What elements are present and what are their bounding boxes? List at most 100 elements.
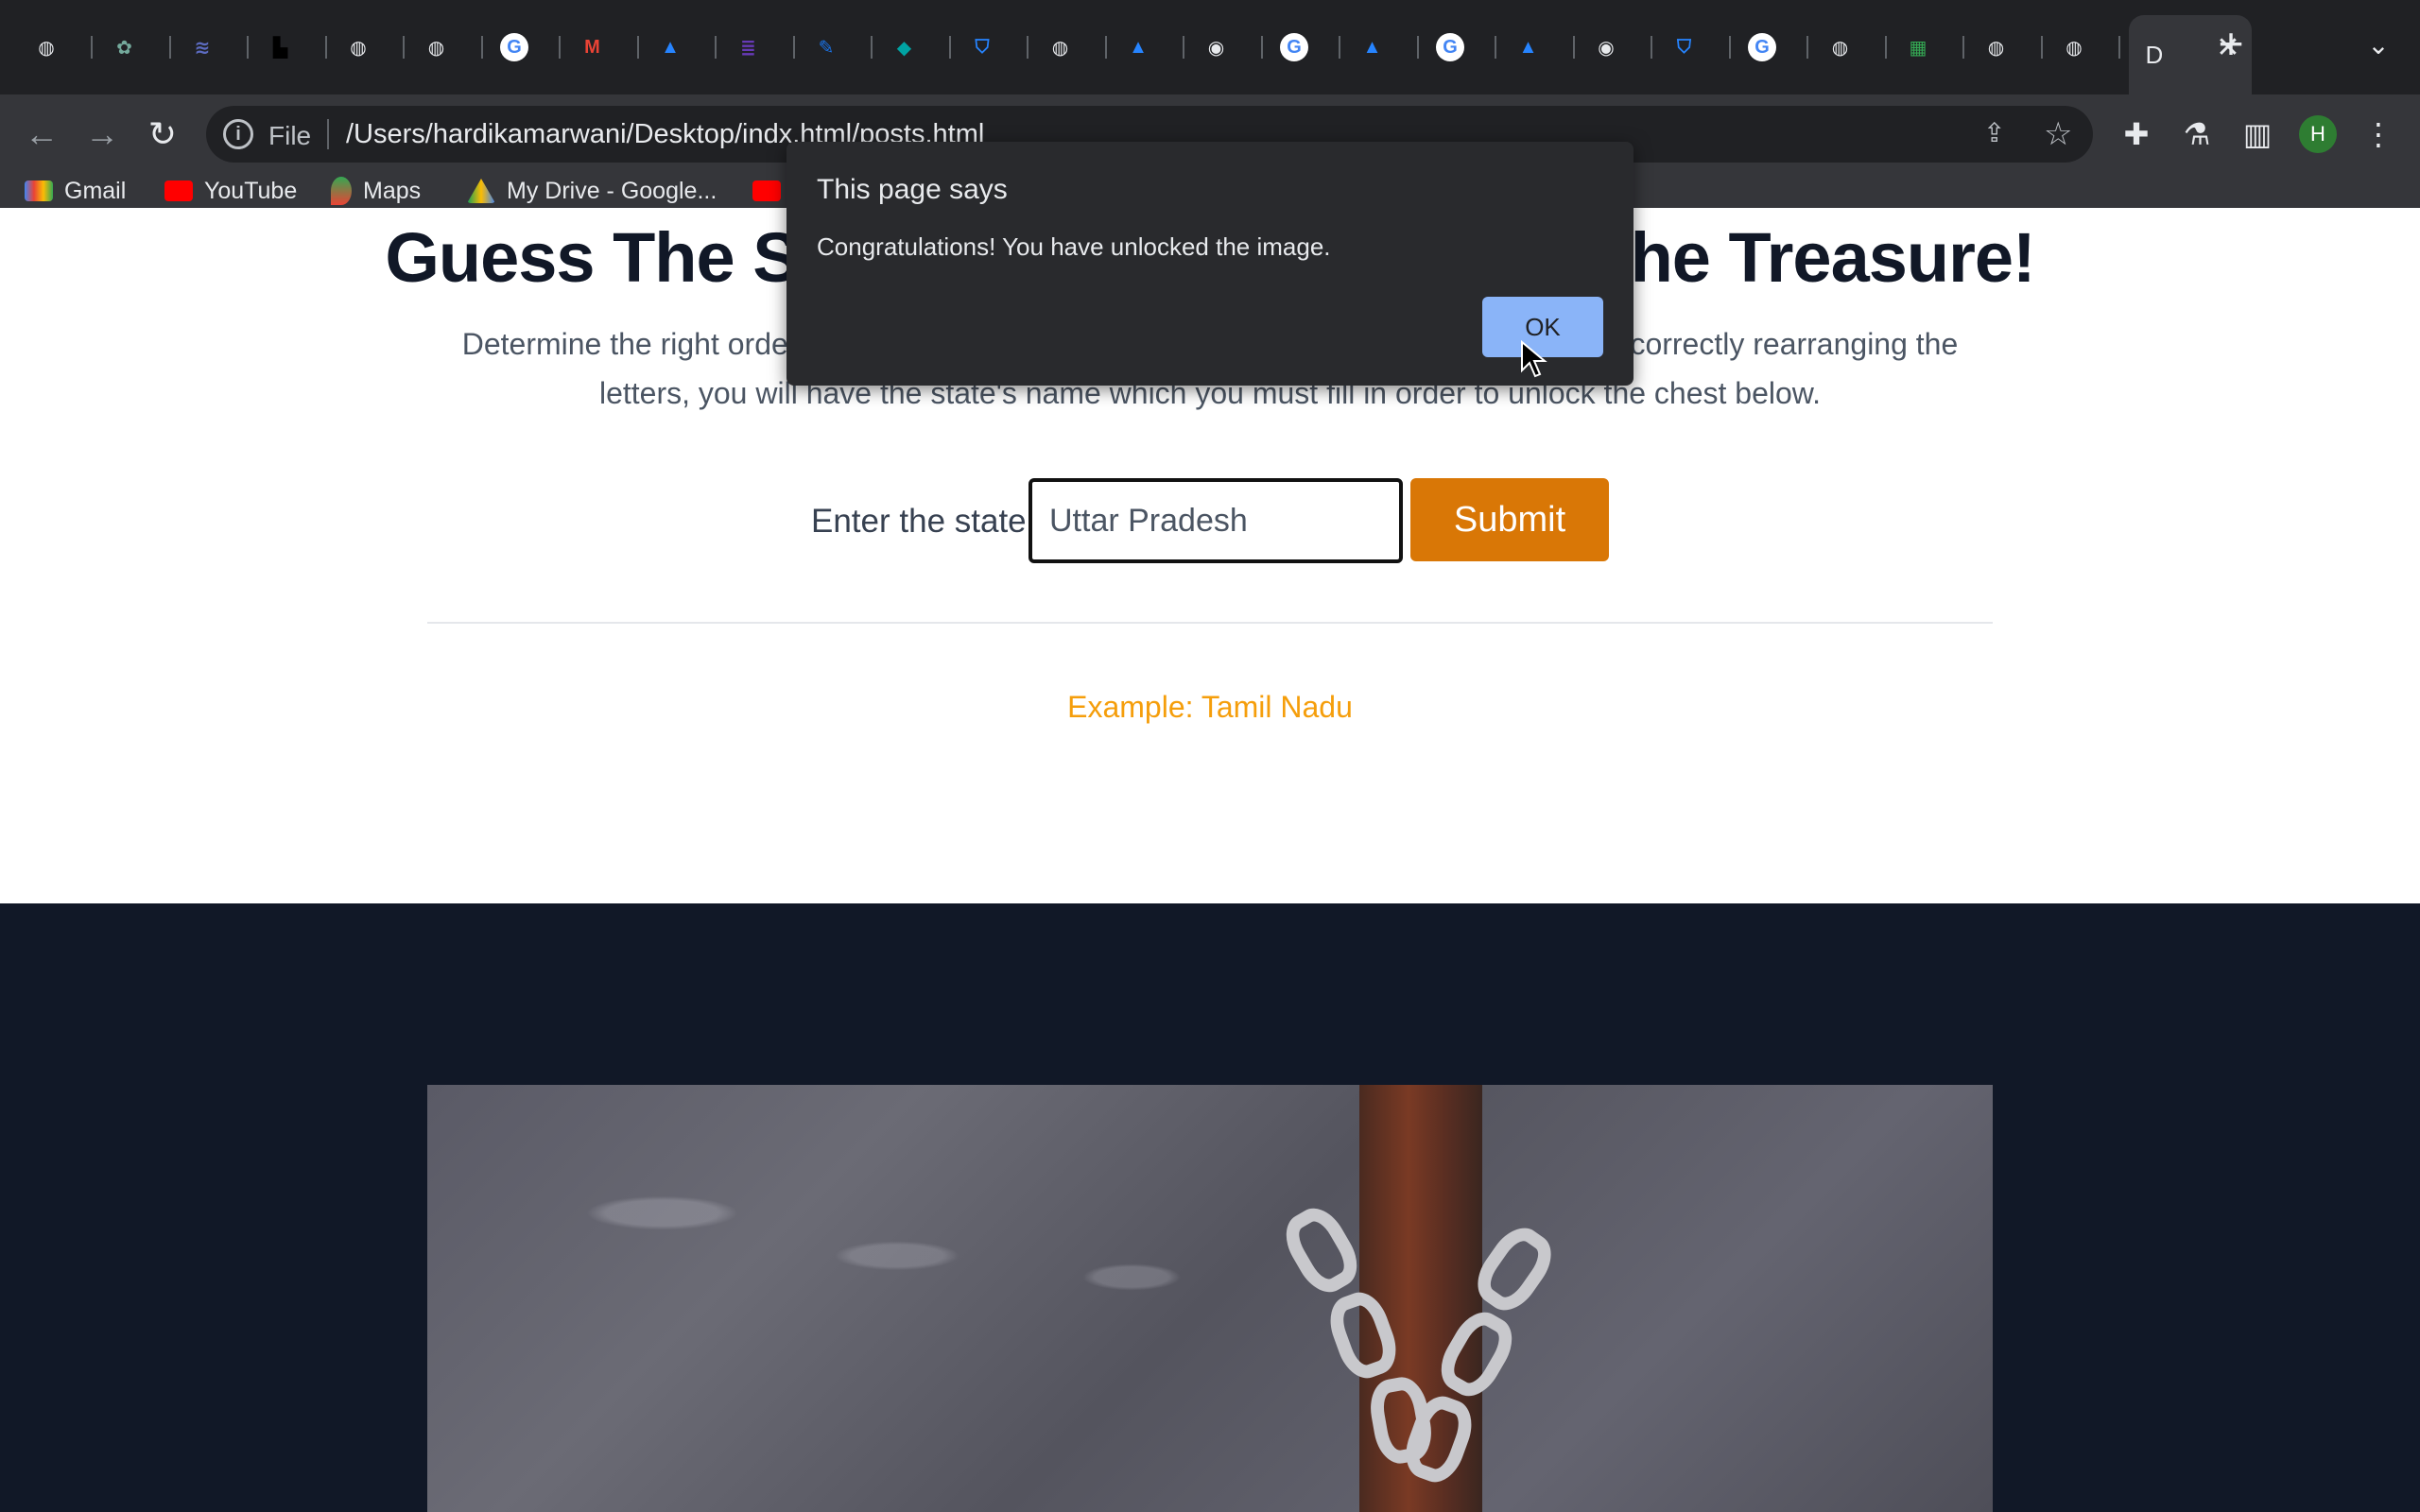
browser-tab[interactable]: ✎: [795, 15, 873, 79]
state-form: Enter the state: Submit: [0, 478, 2420, 563]
browser-tab[interactable]: ✿: [94, 15, 171, 79]
labs-flask-icon[interactable]: ⚗: [2176, 113, 2218, 155]
bookmark-label: My Drive - Google...: [507, 177, 717, 204]
browser-tab[interactable]: ◍: [15, 15, 93, 79]
globe-icon: ◍: [1987, 37, 2005, 59]
bookmark-my-drive[interactable]: My Drive - Google...: [467, 174, 717, 208]
chrome-icon: ◉: [1207, 37, 1225, 59]
bookmark-youtube-2[interactable]: [752, 174, 781, 208]
stack-icon: ≋: [194, 37, 211, 59]
tab-separator: [2118, 36, 2120, 59]
example-hint: Example: Tamil Nadu: [1067, 690, 1353, 724]
browser-tab[interactable]: ◍: [327, 15, 405, 79]
gmail-icon: [25, 180, 53, 201]
browser-tab[interactable]: ▙: [250, 15, 327, 79]
browser-tab[interactable]: G: [1263, 15, 1340, 79]
info-icon[interactable]: i: [223, 119, 253, 149]
browser-tab[interactable]: ◉: [1575, 15, 1652, 79]
heading-left: Guess The S: [385, 218, 799, 297]
list-icon: ≣: [740, 37, 756, 59]
atlassian-icon: ▲: [661, 36, 680, 58]
bitbucket-icon: ⛉: [1677, 36, 1691, 58]
google-icon: G: [1748, 33, 1776, 61]
youtube-icon: [164, 180, 193, 201]
maps-pin-icon: [331, 177, 352, 205]
browser-tab[interactable]: ▲: [1497, 15, 1575, 79]
tab-search-chevron-icon[interactable]: ⌄: [2360, 25, 2397, 66]
share-icon[interactable]: ⇪: [1983, 117, 2005, 148]
google-icon: G: [1436, 33, 1464, 61]
chain-link: [1275, 1199, 1368, 1301]
bookmark-label: Maps: [363, 177, 422, 204]
browser-tab[interactable]: ◍: [1029, 15, 1107, 79]
browser-tab[interactable]: ◍: [1809, 15, 1887, 79]
browser-tab[interactable]: ▲: [639, 15, 717, 79]
url-scheme: File: [268, 121, 312, 150]
extensions-puzzle-icon[interactable]: ✚: [2116, 113, 2157, 155]
forward-button[interactable]: →: [79, 112, 125, 157]
browser-tab[interactable]: ◍: [2043, 15, 2120, 79]
bitbucket-icon: ⛉: [975, 36, 990, 58]
locked-chest-image: [427, 1085, 1993, 1512]
browser-tab[interactable]: ▦: [1887, 15, 1964, 79]
heading-right: he Treasure!: [1630, 218, 2036, 297]
bookmark-maps[interactable]: Maps: [331, 174, 421, 208]
chatgpt-icon: ✿: [116, 37, 132, 59]
globe-icon: ◍: [427, 37, 445, 59]
page-content: Guess The S he Treasure! Determine the ri…: [0, 208, 2420, 1512]
globe-icon: ◍: [1051, 37, 1069, 59]
active-tab-title: D: [2145, 40, 2164, 69]
browser-tab[interactable]: G: [1731, 15, 1808, 79]
submit-button[interactable]: Submit: [1410, 478, 1609, 561]
google-icon: G: [500, 33, 528, 61]
bookmark-label: YouTube: [204, 177, 298, 204]
browser-tab[interactable]: ⛉: [951, 15, 1028, 79]
tiktok-icon: ▙: [272, 37, 288, 59]
globe-icon: ◍: [2066, 37, 2083, 59]
new-tab-button[interactable]: +: [2210, 22, 2252, 66]
mouse-pointer-icon: [1521, 340, 1547, 378]
profile-avatar[interactable]: H: [2299, 115, 2337, 153]
browser-tab[interactable]: ▲: [1107, 15, 1184, 79]
instructions-line1-left: Determine the right order: [461, 327, 799, 361]
gmail-icon: M: [584, 36, 600, 58]
browser-tab[interactable]: ≋: [171, 15, 249, 79]
state-input[interactable]: [1028, 478, 1403, 563]
browser-tab[interactable]: ◉: [1185, 15, 1263, 79]
browser-tab[interactable]: ◆: [873, 15, 951, 79]
browser-tab[interactable]: ⛉: [1653, 15, 1731, 79]
dialog-title: This page says: [817, 174, 1008, 205]
back-button[interactable]: ←: [19, 112, 64, 157]
browser-tab[interactable]: G: [1419, 15, 1496, 79]
browser-tab[interactable]: G: [483, 15, 561, 79]
reload-button[interactable]: ↻: [140, 112, 185, 157]
bookmark-label: Gmail: [64, 177, 127, 204]
edit-icon: ✎: [818, 37, 835, 59]
treasure-section: [0, 903, 2420, 1512]
chrome-icon: ◉: [1598, 37, 1615, 59]
atlassian-icon: ▲: [1362, 36, 1382, 58]
browser-tab[interactable]: ≣: [717, 15, 795, 79]
bookmark-youtube[interactable]: YouTube: [164, 174, 297, 208]
atlassian-icon: ▲: [1129, 36, 1148, 58]
menu-kebab-icon[interactable]: ⋮: [2358, 113, 2399, 155]
alert-dialog: This page says Congratulations! You have…: [786, 142, 1634, 386]
globe-icon: ◍: [350, 37, 367, 59]
youtube-icon: [752, 180, 781, 201]
browser-tab[interactable]: ▲: [1341, 15, 1419, 79]
omnibox-divider: [327, 119, 329, 149]
tab-strip: ◍ ✿ ≋ ▙ ◍ ◍ G M ▲ ≣ ✎ ◆ ⛉ ◍ ▲ ◉ G ▲ G ▲ ◉ ⛉ G ◍ ▦ ◍ ◍ D ✕: [0, 0, 2420, 94]
bookmark-gmail[interactable]: Gmail: [25, 174, 126, 208]
browser-tab[interactable]: ◍: [1965, 15, 2043, 79]
atlassian-icon: ▲: [1518, 36, 1538, 58]
dialog-message: Congratulations! You have unlocked the i…: [817, 232, 1331, 261]
google-icon: G: [1280, 33, 1308, 61]
divider: [427, 622, 1993, 624]
state-label: Enter the state:: [811, 503, 1036, 540]
browser-tab[interactable]: M: [562, 15, 639, 79]
bookmark-star-icon[interactable]: ☆: [2044, 115, 2072, 153]
browser-tab[interactable]: ◍: [406, 15, 483, 79]
side-panel-icon[interactable]: ▥: [2237, 113, 2278, 155]
globe-icon: ◍: [1831, 37, 1849, 59]
instructions-line1-right: correctly rearranging the: [1630, 327, 1959, 361]
